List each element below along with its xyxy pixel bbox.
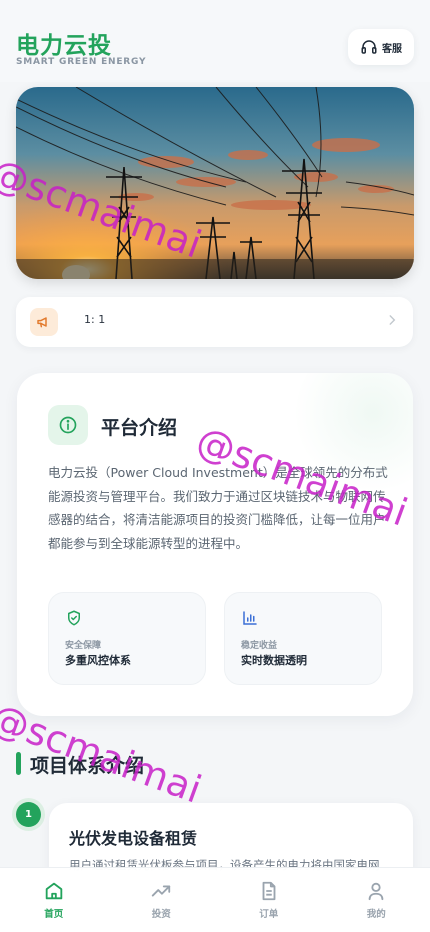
step-number-badge: 1	[16, 802, 41, 827]
user-icon	[368, 882, 384, 901]
section-title: 项目体系介绍	[30, 755, 145, 777]
tab-label: 订单	[259, 909, 279, 920]
intro-title: 平台介绍	[101, 417, 178, 439]
brand-subtitle: SMART GREEN ENERGY	[16, 57, 147, 67]
shield-check-icon	[68, 610, 80, 626]
customer-service-button[interactable]: 客服	[348, 29, 414, 65]
brand-title: 电力云投	[16, 33, 112, 59]
megaphone-icon	[30, 308, 58, 336]
tab-label: 首页	[44, 909, 64, 920]
document-icon	[262, 881, 276, 901]
trend-icon	[152, 885, 171, 897]
transmission-towers-image	[16, 87, 414, 279]
app-header: 电力云投 SMART GREEN ENERGY 客服	[0, 0, 430, 82]
tab-label: 我的	[366, 909, 386, 920]
feature-card-returns: 稳定收益 实时数据透明	[224, 592, 382, 685]
announcement-text: 1: 1	[84, 313, 106, 326]
tab-orders[interactable]: 订单	[215, 868, 323, 932]
tab-label: 投资	[151, 909, 171, 920]
feature-title: 多重风控体系	[65, 654, 131, 667]
platform-intro-card: 平台介绍 电力云投（Power Cloud Investment）是全球领先的分…	[17, 373, 413, 716]
bottom-tab-bar: 首页 投资 订单 我的	[0, 867, 430, 932]
feature-title: 实时数据透明	[241, 654, 307, 667]
banner-image[interactable]	[16, 87, 414, 279]
tab-home[interactable]: 首页	[0, 868, 108, 932]
project-title: 光伏发电设备租赁	[69, 829, 198, 848]
bar-chart-icon	[243, 611, 257, 625]
service-label: 客服	[382, 43, 402, 55]
feature-subtitle: 安全保障	[65, 641, 102, 651]
section-accent-bar	[16, 752, 21, 775]
chevron-right-icon	[389, 315, 396, 325]
tab-profile[interactable]: 我的	[323, 868, 430, 932]
intro-body: 电力云投（Power Cloud Investment）是全球领先的分布式能源投…	[48, 465, 388, 551]
announcement-bar[interactable]: 1: 1	[16, 297, 413, 347]
feature-card-security: 安全保障 多重风控体系	[48, 592, 206, 685]
home-icon	[45, 882, 62, 900]
info-icon	[48, 405, 88, 445]
feature-subtitle: 稳定收益	[241, 641, 278, 651]
headset-icon	[361, 40, 377, 54]
tab-invest[interactable]: 投资	[108, 868, 216, 932]
